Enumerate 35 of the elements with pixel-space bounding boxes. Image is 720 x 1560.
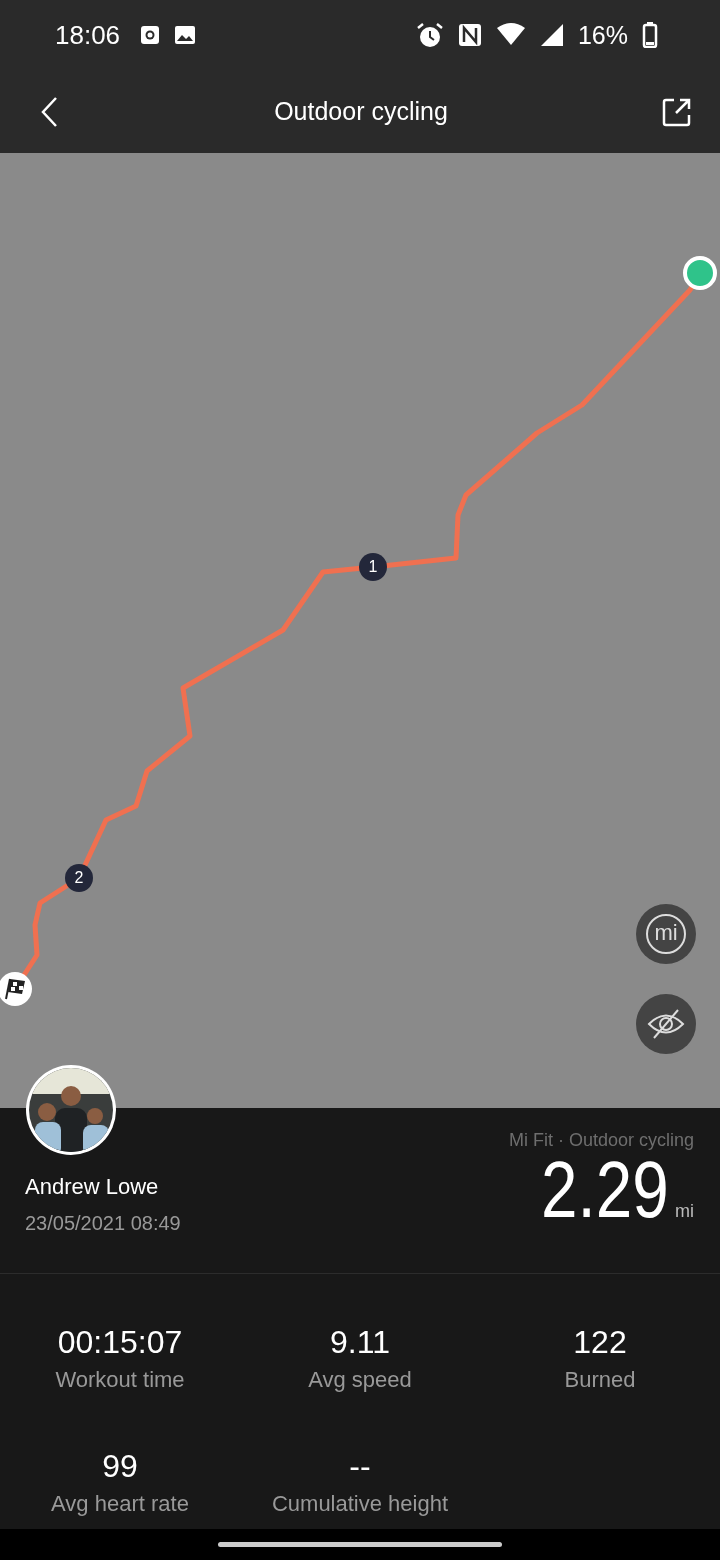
workout-source: Mi Fit · Outdoor cycling — [508, 1130, 694, 1151]
stat-label: Avg speed — [308, 1367, 412, 1393]
stat-label: Workout time — [55, 1367, 185, 1393]
stat-label: Avg heart rate — [51, 1490, 189, 1517]
user-name: Andrew Lowe — [25, 1174, 160, 1200]
map[interactable]: 1 2 mi — [0, 153, 720, 1108]
eye-slash-icon — [646, 1007, 686, 1041]
mi-button[interactable]: mi — [636, 904, 696, 964]
hide-button[interactable] — [636, 994, 696, 1054]
page-title: Outdoor cycling — [274, 97, 448, 126]
stat-label: Burned — [564, 1367, 636, 1393]
stat-value: 99 — [102, 1447, 138, 1485]
signal-icon — [539, 23, 564, 47]
wifi-icon — [495, 23, 526, 47]
camera-notification-icon — [140, 25, 161, 45]
stat-value: 122 — [573, 1324, 627, 1361]
distance-value: 2.29 — [541, 1153, 669, 1227]
km-marker: 2 — [65, 864, 93, 892]
battery-percentage: 16% — [577, 20, 628, 50]
stat-value: 9.11 — [330, 1324, 390, 1361]
share-icon[interactable] — [662, 96, 692, 127]
nfc-icon — [457, 23, 482, 47]
start-marker — [683, 256, 717, 290]
distance-unit: mi — [675, 1201, 694, 1222]
back-icon[interactable] — [40, 95, 60, 128]
battery-icon — [642, 22, 658, 48]
finish-flag-icon — [0, 972, 32, 1006]
stat-label: Cumulative height — [271, 1490, 449, 1517]
stat-value: 00:15:07 — [57, 1324, 183, 1361]
image-notification-icon — [174, 25, 197, 45]
alarm-icon — [415, 22, 444, 48]
workout-date: 23/05/2021 08:49 — [25, 1212, 181, 1235]
stat-value: -- — [349, 1447, 371, 1485]
km-marker: 1 — [359, 553, 387, 581]
status-time: 18:06 — [55, 19, 121, 51]
